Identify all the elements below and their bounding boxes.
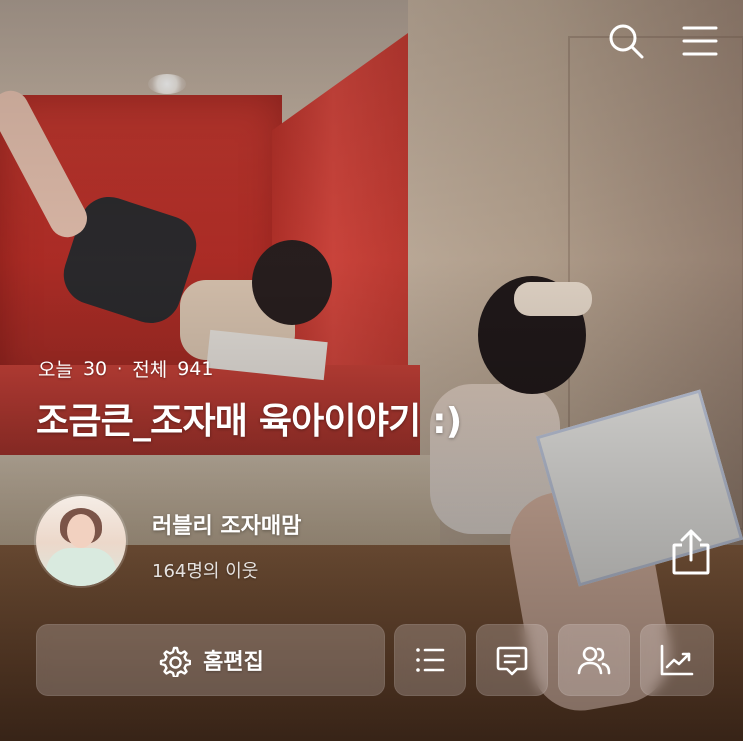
search-button[interactable] — [603, 18, 649, 64]
visitor-separator: · — [117, 359, 123, 378]
comments-button[interactable] — [476, 624, 548, 696]
visitor-count: 오늘 30 · 전체 941 — [38, 355, 213, 382]
home-edit-label: 홈편집 — [203, 650, 264, 675]
today-count: 30 — [82, 357, 108, 380]
profile-nickname[interactable]: 러블리 조자매맘 — [152, 508, 301, 540]
statistics-button[interactable] — [640, 624, 714, 696]
today-label: 오늘 — [38, 359, 73, 381]
share-icon — [672, 529, 710, 575]
menu-button[interactable] — [677, 18, 723, 64]
blog-profile-screen: 오늘 30 · 전체 941 조금큰_조자매 육아이야기 :) 러블리 조자매맘… — [0, 0, 743, 741]
comment-icon — [496, 646, 528, 676]
profile-avatar[interactable] — [36, 496, 126, 586]
neighbor-count[interactable]: 164명의 이웃 — [152, 557, 258, 583]
avatar-face — [67, 514, 95, 548]
home-edit-button[interactable]: 홈편집 — [36, 624, 385, 696]
search-icon — [609, 24, 644, 59]
avatar-body — [46, 548, 116, 586]
neighbors-button[interactable] — [558, 624, 630, 696]
menu-icon — [682, 26, 718, 56]
people-icon — [577, 646, 611, 675]
share-button[interactable] — [668, 526, 714, 578]
top-toolbar — [603, 18, 723, 64]
total-count: 941 — [177, 357, 214, 380]
post-list-button[interactable] — [394, 624, 466, 696]
blog-title: 조금큰_조자매 육아이야기 :) — [36, 401, 462, 442]
list-icon — [416, 648, 445, 672]
settings-icon — [159, 646, 192, 677]
stats-icon — [660, 644, 694, 676]
profile-action-bar: 홈편집 — [36, 624, 714, 696]
total-label: 전체 — [132, 359, 168, 381]
